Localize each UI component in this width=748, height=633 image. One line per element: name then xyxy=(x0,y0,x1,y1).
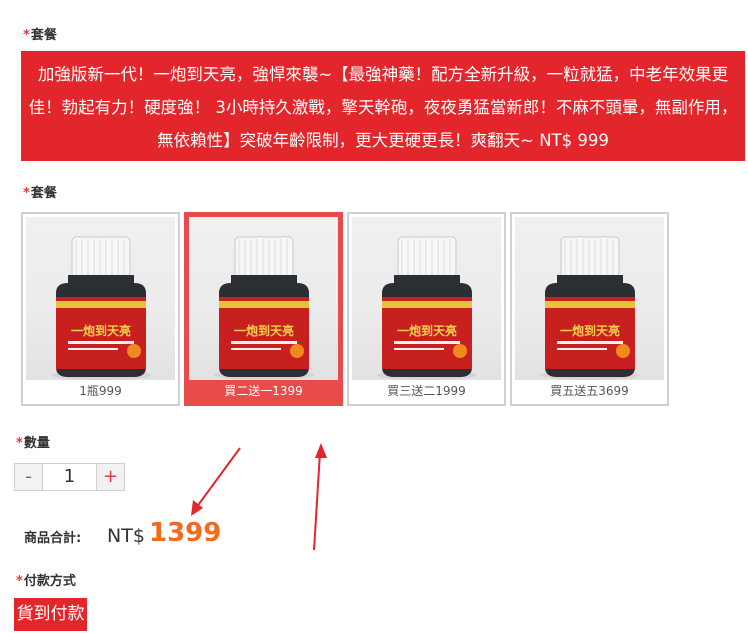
required-mark: * xyxy=(16,436,23,451)
quantity-input[interactable]: 1 xyxy=(42,464,97,490)
arrow-head-price xyxy=(191,500,203,516)
cash-on-delivery-button[interactable]: 貨到付款 xyxy=(14,598,87,631)
option-caption: 買五送五3699 xyxy=(550,384,629,398)
options-label-text: 套餐 xyxy=(30,186,57,201)
required-mark: * xyxy=(16,574,23,589)
product-photo: 一炮到天亮 xyxy=(189,217,338,380)
package-option-4[interactable]: 一炮到天亮 買五送五3699 xyxy=(510,212,669,406)
option-caption: 買三送二1999 xyxy=(387,384,466,398)
decrease-button[interactable]: - xyxy=(15,464,42,490)
total-amount: 1399 xyxy=(149,518,222,548)
bottle-image: 一炮到天亮 xyxy=(51,236,151,380)
bottle-image: 一炮到天亮 xyxy=(540,236,640,380)
quantity-stepper: - 1 + xyxy=(14,463,125,491)
payment-label-text: 付款方式 xyxy=(23,574,76,589)
package-option-2[interactable]: 一炮到天亮 買二送一1399 xyxy=(184,212,343,406)
package-label: *套餐 xyxy=(23,24,57,43)
bottle-label: 一炮到天亮 xyxy=(234,323,294,338)
options-label: *套餐 xyxy=(23,182,57,201)
option-caption: 買二送一1399 xyxy=(224,384,303,398)
required-mark: * xyxy=(23,186,30,201)
total-label: 商品合計: xyxy=(24,531,82,546)
product-photo: 一炮到天亮 xyxy=(352,217,501,380)
arrow-to-price xyxy=(195,447,241,509)
package-label-text: 套餐 xyxy=(30,28,57,43)
payment-label: *付款方式 xyxy=(16,570,76,589)
bottle-image: 一炮到天亮 xyxy=(214,236,314,380)
bottle-label: 一炮到天亮 xyxy=(560,323,620,338)
arrow-to-option xyxy=(313,451,321,551)
required-mark: * xyxy=(23,28,30,43)
package-description[interactable]: 加強版新一代！一炮到天亮，強悍來襲~【最強神藥！配方全新升級，一粒就猛，中老年效… xyxy=(21,51,745,161)
product-photo: 一炮到天亮 xyxy=(515,217,664,380)
product-photo: 一炮到天亮 xyxy=(26,217,175,380)
bottle-image: 一炮到天亮 xyxy=(377,236,477,380)
quantity-label-text: 數量 xyxy=(23,436,50,451)
total-currency: NT$ xyxy=(107,525,145,547)
package-option-1[interactable]: 一炮到天亮 1瓶999 xyxy=(21,212,180,406)
bottle-label: 一炮到天亮 xyxy=(71,323,131,338)
arrow-head-option xyxy=(315,443,327,458)
increase-button[interactable]: + xyxy=(97,464,124,490)
option-caption: 1瓶999 xyxy=(79,384,122,398)
bottle-label: 一炮到天亮 xyxy=(397,323,457,338)
quantity-label: *數量 xyxy=(16,432,50,451)
package-option-3[interactable]: 一炮到天亮 買三送二1999 xyxy=(347,212,506,406)
